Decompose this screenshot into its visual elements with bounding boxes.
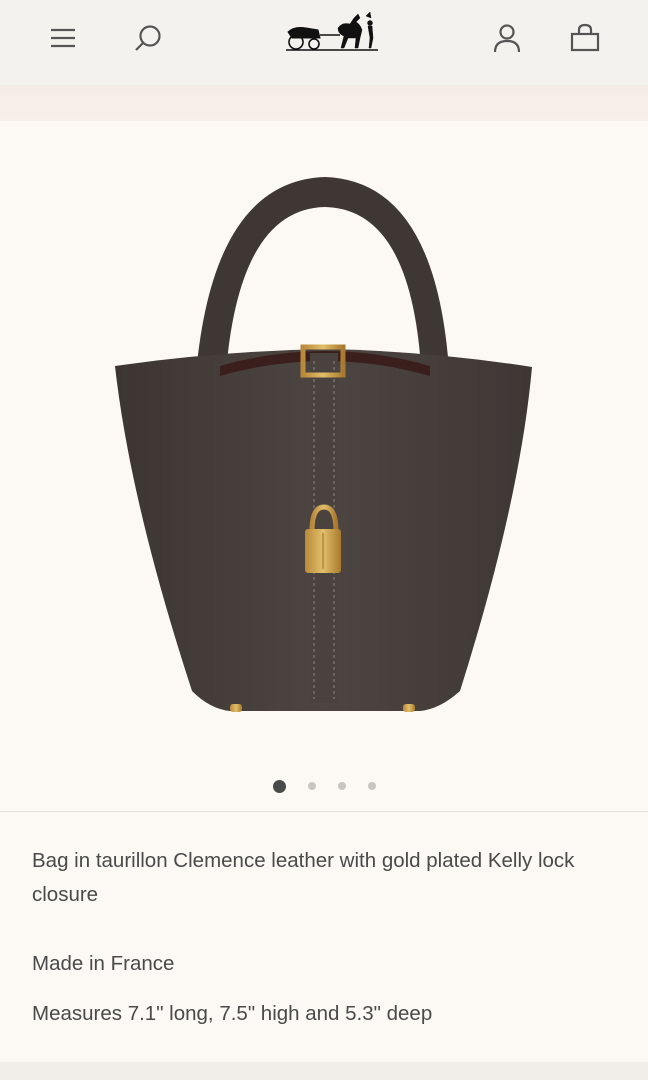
carousel-dot-4[interactable]: [367, 782, 376, 790]
header-shadow: [0, 85, 648, 121]
top-navigation-bar: [0, 0, 648, 85]
footer-band: [0, 1062, 648, 1080]
product-origin: Made in France: [32, 952, 175, 975]
carousel-dot-1[interactable]: [272, 779, 286, 793]
menu-button[interactable]: [43, 18, 83, 58]
product-image-carousel[interactable]: [0, 121, 648, 811]
hermes-carriage-logo[interactable]: [284, 8, 380, 54]
carousel-dot-3[interactable]: [337, 782, 346, 790]
picotin-bag-photo: [115, 177, 532, 712]
hamburger-menu-icon: [51, 28, 75, 48]
search-icon: [135, 25, 161, 51]
carousel-pagination: [0, 776, 648, 796]
product-measures: Measures 7.1" long, 7.5" high and 5.3" d…: [32, 1002, 433, 1025]
account-button[interactable]: [487, 18, 527, 58]
search-button[interactable]: [128, 18, 168, 58]
shopping-bag-button[interactable]: [565, 18, 605, 58]
shopping-bag-icon: [570, 23, 600, 52]
user-icon: [493, 24, 521, 53]
product-description: Bag in taurillon Clemence leather with g…: [32, 849, 575, 906]
section-divider: [0, 811, 648, 812]
carousel-dot-2[interactable]: [307, 782, 316, 790]
